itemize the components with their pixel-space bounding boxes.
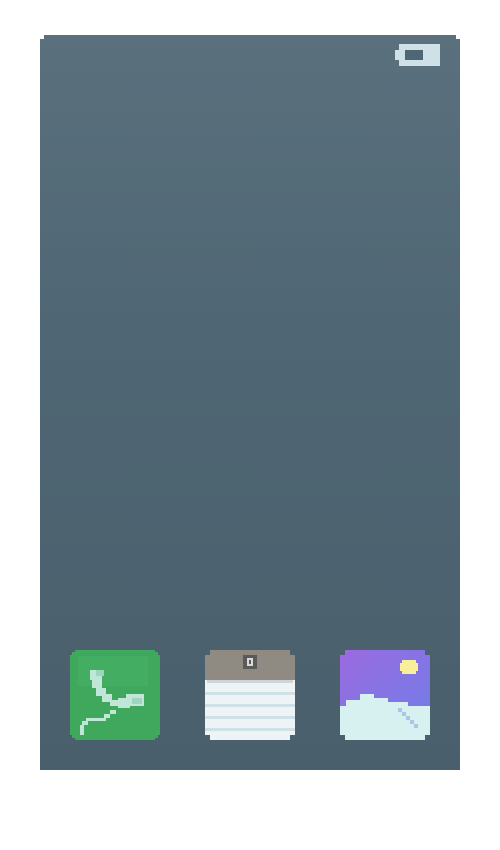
battery-icon [395,44,440,66]
phone-screen [40,35,460,770]
status-bar [40,35,460,75]
phone-app-icon[interactable] [70,650,160,740]
photos-app-icon[interactable] [340,650,430,740]
app-dock [40,650,460,740]
notes-app-icon[interactable] [205,650,295,740]
